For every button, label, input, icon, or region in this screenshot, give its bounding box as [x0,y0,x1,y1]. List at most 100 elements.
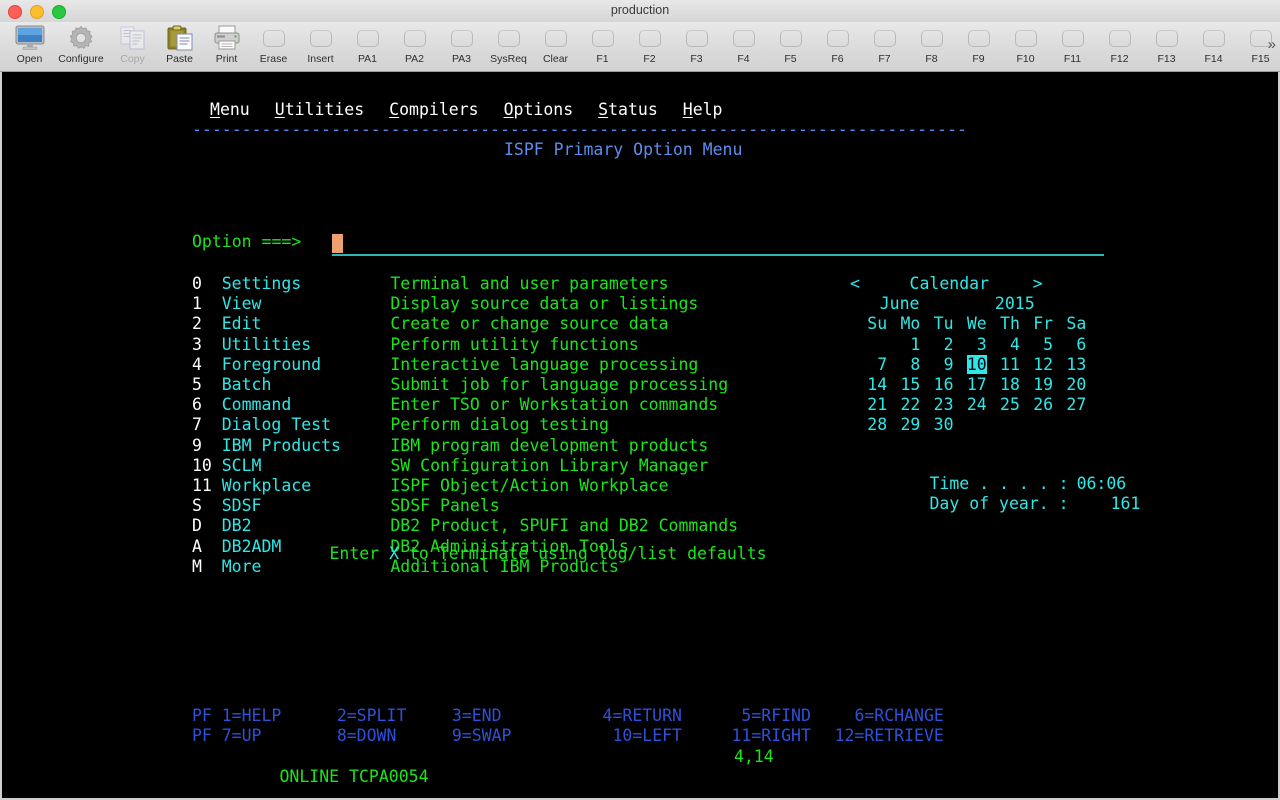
toolbar-button-f13[interactable]: F13 [1143,22,1190,70]
calendar-day[interactable]: 5 [1020,335,1053,355]
toolbar-button-pa2[interactable]: PA2 [391,22,438,70]
toolbar-button-erase[interactable]: Erase [250,22,297,70]
toolbar-button-f1[interactable]: F1 [579,22,626,70]
pf-key-6[interactable]: 6=RCHANGE [825,706,958,726]
toolbar-button-f12[interactable]: F12 [1096,22,1143,70]
pf-key-8[interactable]: 8=DOWN [337,726,452,746]
terminal-screen-area[interactable]: Menu Utilities Compilers Options Status Help … [0,72,1280,800]
toolbar-button-f6[interactable]: F6 [814,22,861,70]
calendar-day[interactable]: 26 [1020,395,1053,415]
option-row[interactable]: 5 Batch Submit job for language processing [192,375,728,395]
calendar-day[interactable]: 17 [954,375,987,395]
option-row[interactable]: 7 Dialog Test Perform dialog testing [192,415,609,435]
toolbar-button-f14[interactable]: F14 [1190,22,1237,70]
toolbar-button-paste[interactable]: Paste [156,22,203,70]
toolbar-overflow-icon[interactable]: » [1268,36,1276,53]
calendar-day[interactable]: 21 [854,395,887,415]
toolbar-button-clear[interactable]: Clear [532,22,579,70]
calendar-day[interactable]: 3 [954,335,987,355]
option-row[interactable]: 11 Workplace ISPF Object/Action Workplace [192,476,669,496]
calendar-day[interactable]: 30 [920,415,954,435]
calendar-day[interactable]: 6 [1053,335,1086,355]
pf-key-4[interactable]: 4=RETURN [567,706,696,726]
option-row[interactable]: 6 Command Enter TSO or Workstation command… [192,395,718,415]
calendar-day[interactable]: 27 [1053,395,1086,415]
option-row[interactable]: 4 Foreground Interactive language processi… [192,355,698,375]
pf-key-7[interactable]: 7=UP [222,726,337,746]
toolbar-button-configure[interactable]: Configure [53,22,109,70]
toolbar-button-f7[interactable]: F7 [861,22,908,70]
calendar-day[interactable]: 9 [920,355,954,375]
calendar-day[interactable]: 1 [887,335,920,355]
calendar-day[interactable]: 25 [987,395,1020,415]
option-row[interactable]: 9 IBM Products IBM program development pro… [192,436,708,456]
calendar-day[interactable]: 20 [1053,375,1086,395]
calendar-header: < Calendar > [850,274,1043,294]
calendar-day[interactable]: 22 [887,395,920,415]
pf-key-2[interactable]: 2=SPLIT [337,706,452,726]
toolbar-button-f5[interactable]: F5 [767,22,814,70]
calendar-prev-month-button[interactable]: < [850,274,860,293]
pf-key-11[interactable]: 11=RIGHT [696,726,825,746]
calendar-day[interactable]: 24 [954,395,987,415]
option-row[interactable]: S SDSF SDSF Panels [192,496,500,516]
option-row[interactable]: 1 View Display source data or listings [192,294,698,314]
calendar-day[interactable]: 13 [1053,355,1086,375]
calendar-day[interactable]: 18 [987,375,1020,395]
calendar-day[interactable]: 2 [920,335,954,355]
toolbar-button-pa3[interactable]: PA3 [438,22,485,70]
calendar-day[interactable]: 11 [987,355,1020,375]
option-row[interactable]: 3 Utilities Perform utility functions [192,335,639,355]
action-bar-item-utilities[interactable]: Utilities [275,100,364,119]
toolbar-button-f4[interactable]: F4 [720,22,767,70]
action-bar-item-label: elp [692,100,723,119]
pf-key-12[interactable]: 12=RETRIEVE [825,726,958,746]
option-row[interactable]: 0 Settings Terminal and user parameters [192,274,669,294]
day-of-year-row: Day of year. : 161 [850,474,1140,535]
calendar-day[interactable]: 15 [887,375,920,395]
pf-key-9[interactable]: 9=SWAP [452,726,567,746]
action-bar-item-options[interactable]: Options [504,100,574,119]
option-key: 1 [192,294,202,314]
toolbar-button-insert[interactable]: Insert [297,22,344,70]
calendar-day[interactable]: 14 [854,375,887,395]
toolbar-button-f2[interactable]: F2 [626,22,673,70]
toolbar-button-f9[interactable]: F9 [955,22,1002,70]
calendar-next-month-button[interactable]: > [1033,274,1043,293]
calendar-day[interactable]: 29 [887,415,920,435]
action-bar-item-label: tilities [284,100,365,119]
toolbar-button-sysreq[interactable]: SysReq [485,22,532,70]
pf-key-1[interactable]: 1=HELP [222,706,337,726]
toolbar-button-f10[interactable]: F10 [1002,22,1049,70]
toolbar-button-print[interactable]: Print [203,22,250,70]
calendar-day[interactable]: 12 [1020,355,1053,375]
blank-key-icon [262,24,285,52]
action-bar-item-compilers[interactable]: Compilers [389,100,478,119]
calendar-day[interactable]: 28 [854,415,887,435]
toolbar-button-label: F14 [1204,53,1223,65]
calendar-day[interactable]: 10 [954,354,987,375]
pf-key-5[interactable]: 5=RFIND [696,706,825,726]
calendar-day[interactable]: 4 [987,335,1020,355]
toolbar-button-f8[interactable]: F8 [908,22,955,70]
option-key: S [192,496,202,516]
calendar-day[interactable]: 8 [887,355,920,375]
option-row[interactable]: 10 SCLM SW Configuration Library Manager [192,456,708,476]
calendar-day[interactable]: 16 [920,375,954,395]
toolbar-button-f11[interactable]: F11 [1049,22,1096,70]
calendar-day[interactable]: 19 [1020,375,1053,395]
calendar-weekday-header: Th [1000,314,1020,334]
toolbar-button-f3[interactable]: F3 [673,22,720,70]
calendar-day[interactable]: 7 [854,355,887,375]
calendar-day[interactable]: 23 [920,395,954,415]
gear-icon [67,24,95,52]
action-bar-item-menu[interactable]: Menu [210,100,250,119]
toolbar-button-open[interactable]: Open [6,22,53,70]
paste-icon [166,24,194,52]
pf-key-3[interactable]: 3=END [452,706,567,726]
action-bar-item-help[interactable]: Help [683,100,723,119]
pf-key-10[interactable]: 10=LEFT [567,726,696,746]
option-row[interactable]: 2 Edit Create or change source data [192,314,669,334]
toolbar-button-pa1[interactable]: PA1 [344,22,391,70]
action-bar-item-status[interactable]: Status [598,100,658,119]
